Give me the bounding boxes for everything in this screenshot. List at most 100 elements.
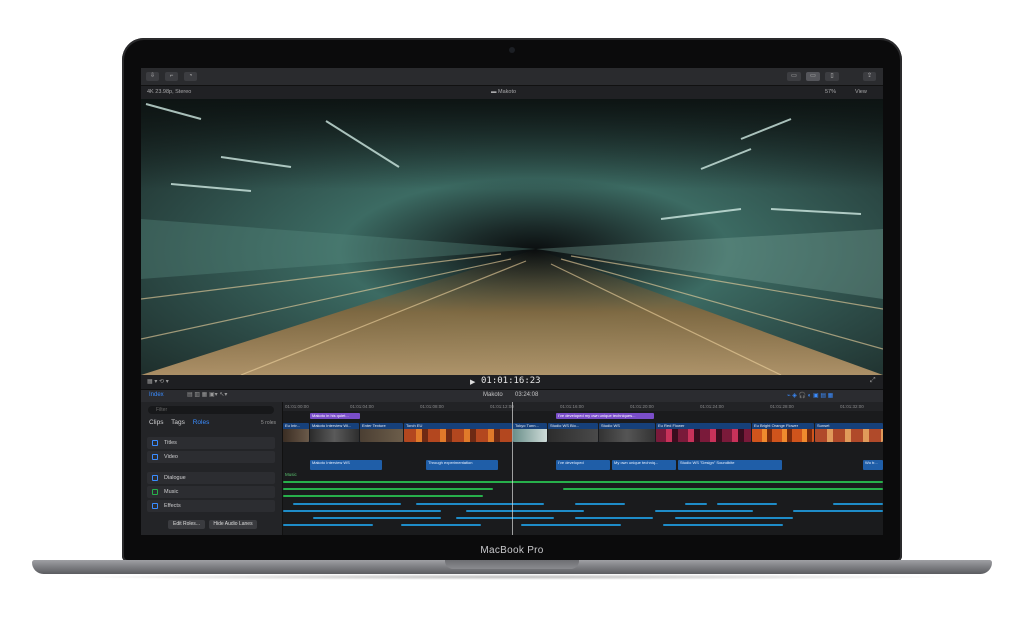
effects-bar[interactable] bbox=[575, 517, 653, 519]
title-clip[interactable]: Makoto in his quiet... bbox=[310, 413, 360, 419]
inspector-toggle[interactable]: ▯ bbox=[825, 72, 839, 81]
browser-toggle[interactable]: ▭ bbox=[787, 72, 801, 81]
laptop-shadow bbox=[60, 574, 964, 580]
video-clip[interactable]: Eu Red Flower bbox=[656, 423, 751, 442]
audio-clip[interactable]: Makoto Interview WS bbox=[310, 460, 382, 470]
timeline-toolbar: Index ▤ ▥ ▦ ▣▾ ↖▾ Makoto 03:24:08 ⌁ ◈ 🎧 … bbox=[141, 389, 883, 402]
timeline[interactable]: 01:01:00:00 01:01:04:00 01:01:08:00 01:0… bbox=[283, 402, 883, 535]
zoom-menu[interactable]: 57% bbox=[825, 86, 836, 99]
playhead[interactable] bbox=[512, 402, 513, 535]
effects-bar[interactable] bbox=[283, 524, 373, 526]
ruler-tick: 01:01:20:00 bbox=[630, 404, 654, 409]
video-clip[interactable]: Eu Intr... bbox=[283, 423, 309, 442]
music-bar[interactable] bbox=[563, 488, 883, 490]
fullscreen-icon[interactable]: ⤢ bbox=[870, 377, 876, 385]
import-button[interactable]: ⇩ bbox=[146, 72, 159, 81]
effects-bar[interactable] bbox=[416, 503, 544, 505]
video-clip[interactable]: Sunset bbox=[815, 423, 883, 442]
effects-bar[interactable] bbox=[655, 510, 753, 512]
tab-clips[interactable]: Clips bbox=[149, 419, 163, 426]
timeline-ruler[interactable]: 01:01:00:00 01:01:04:00 01:01:08:00 01:0… bbox=[283, 402, 883, 411]
edit-tools-icon[interactable]: ▤ ▥ ▦ ▣▾ ↖▾ bbox=[187, 391, 227, 398]
effects-bar[interactable] bbox=[456, 517, 554, 519]
audio-clip[interactable]: My own unique techniq... bbox=[612, 460, 676, 470]
index-tabs: Clips Tags Roles bbox=[149, 419, 215, 426]
effects-bar[interactable] bbox=[521, 524, 621, 526]
ruler-tick: 01:01:32:00 bbox=[840, 404, 864, 409]
effects-bar[interactable] bbox=[675, 517, 793, 519]
video-viewer[interactable] bbox=[141, 99, 883, 375]
timeline-right-tools-icon[interactable]: ⌁ ◈ 🎧 ◐ ▣ ▤ ▦ bbox=[787, 392, 833, 399]
index-button[interactable]: Index bbox=[149, 392, 164, 398]
checkbox-icon[interactable] bbox=[152, 488, 158, 495]
music-bar[interactable] bbox=[283, 495, 483, 497]
effects-bar[interactable] bbox=[466, 510, 584, 512]
checkbox-icon[interactable] bbox=[152, 453, 158, 460]
audio-clip[interactable]: Wo tr... bbox=[863, 460, 883, 470]
ruler-tick: 01:01:24:00 bbox=[700, 404, 724, 409]
hide-audio-lanes-button[interactable]: Hide Audio Lanes bbox=[209, 520, 257, 529]
effects-bar[interactable] bbox=[401, 524, 481, 526]
play-icon[interactable]: ▶ bbox=[470, 378, 475, 386]
transport-bar: ▦ ▾ ⟲ ▾ ▶ 01:01:16:23 ⤢ bbox=[141, 375, 883, 389]
effects-bar[interactable] bbox=[717, 503, 777, 505]
view-menu[interactable]: View bbox=[855, 86, 867, 99]
ruler-tick: 01:01:16:00 bbox=[560, 404, 584, 409]
edit-roles-button[interactable]: Edit Roles... bbox=[168, 520, 205, 529]
video-clip[interactable]: Tokyo Tunn... bbox=[513, 423, 547, 442]
checkbox-icon[interactable] bbox=[152, 439, 158, 446]
tab-roles[interactable]: Roles bbox=[193, 419, 210, 426]
role-dialogue[interactable]: Dialogue bbox=[147, 472, 275, 484]
ruler-tick: 01:01:08:00 bbox=[420, 404, 444, 409]
viewer-frame bbox=[141, 99, 883, 375]
effects-bar[interactable] bbox=[663, 524, 783, 526]
keyword-button[interactable]: ⌐ bbox=[165, 72, 178, 81]
video-clip[interactable]: Torch EU bbox=[404, 423, 512, 442]
timeline-duration: 03:24:08 bbox=[515, 392, 539, 398]
video-clip[interactable]: Studio WS Blo... bbox=[548, 423, 598, 442]
tab-tags[interactable]: Tags bbox=[171, 419, 185, 426]
audio-clip[interactable]: Studio WS "Design" Soundbite bbox=[678, 460, 782, 470]
background-tasks-button[interactable]: ◔ bbox=[184, 72, 197, 81]
role-music[interactable]: Music bbox=[147, 486, 275, 498]
role-video[interactable]: Video bbox=[147, 451, 275, 463]
viewer-tools-icon[interactable]: ▦ ▾ ⟲ ▾ bbox=[147, 378, 169, 385]
music-bar[interactable] bbox=[283, 488, 493, 490]
timeline-toggle[interactable]: ▭ bbox=[806, 72, 820, 81]
ruler-tick: 01:01:12:00 bbox=[490, 404, 514, 409]
laptop-notch bbox=[445, 560, 579, 569]
ruler-tick: 01:01:04:00 bbox=[350, 404, 374, 409]
effects-bar[interactable] bbox=[575, 503, 625, 505]
camera-icon bbox=[509, 47, 515, 53]
share-button[interactable]: ⇪ bbox=[863, 72, 876, 81]
music-lane-label: Music bbox=[285, 472, 297, 477]
checkbox-icon[interactable] bbox=[152, 502, 158, 509]
roles-count: 5 roles bbox=[261, 420, 277, 426]
ruler-tick: 01:01:28:00 bbox=[770, 404, 794, 409]
music-bar[interactable] bbox=[283, 481, 883, 483]
video-clip[interactable]: Studio WS bbox=[599, 423, 655, 442]
effects-bar[interactable] bbox=[793, 510, 883, 512]
title-clip[interactable]: I've developed my own unique techniques.… bbox=[556, 413, 654, 419]
brand-label: MacBook Pro bbox=[480, 545, 544, 556]
format-label: 4K 23.98p, Stereo bbox=[147, 89, 192, 95]
effects-bar[interactable] bbox=[313, 517, 441, 519]
effects-bar[interactable] bbox=[283, 510, 441, 512]
project-title: ▬ Makoto bbox=[491, 89, 517, 95]
role-effects[interactable]: Effects bbox=[147, 500, 275, 512]
film-icon: ▬ bbox=[491, 89, 499, 95]
index-search[interactable]: Filter bbox=[148, 406, 274, 414]
video-clip[interactable]: Eu Bright Orange Flower bbox=[752, 423, 814, 442]
app-toolbar: ⇩ ⌐ ◔ ▭ ▭ ▯ ⇪ bbox=[141, 68, 883, 86]
audio-clip[interactable]: I've developed bbox=[556, 460, 610, 470]
timecode-display: 01:01:16:23 bbox=[481, 376, 541, 386]
checkbox-icon[interactable] bbox=[152, 474, 158, 481]
video-clip[interactable]: Enter Texture bbox=[360, 423, 403, 442]
role-titles[interactable]: Titles bbox=[147, 437, 275, 449]
effects-bar[interactable] bbox=[685, 503, 707, 505]
timeline-project: Makoto bbox=[483, 392, 503, 398]
effects-bar[interactable] bbox=[833, 503, 883, 505]
effects-bar[interactable] bbox=[293, 503, 401, 505]
audio-clip[interactable]: Through experimentation bbox=[426, 460, 498, 470]
video-clip[interactable]: Makoto Interview Wi... bbox=[310, 423, 359, 442]
